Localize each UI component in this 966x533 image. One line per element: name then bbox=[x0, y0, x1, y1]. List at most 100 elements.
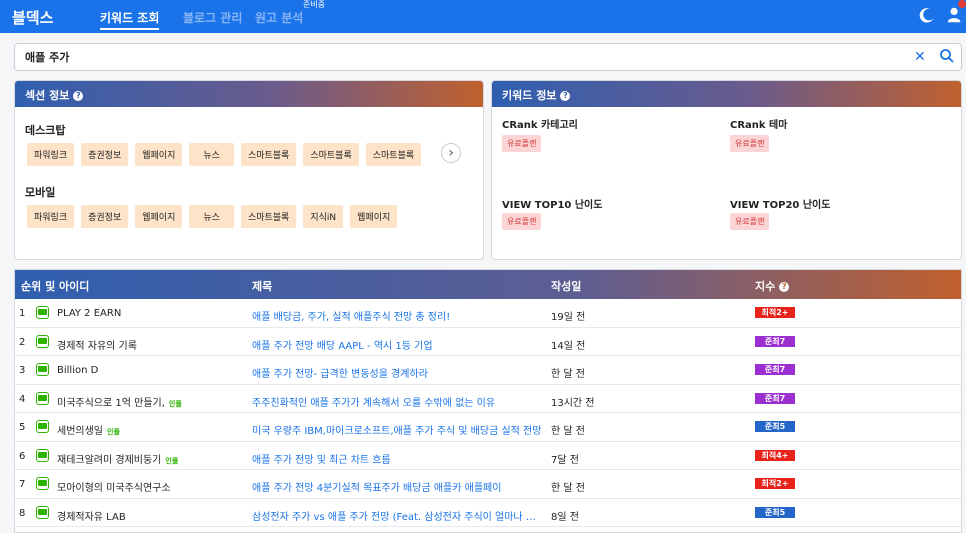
blog-name: 미국주식으로 1억 만들기, bbox=[57, 397, 165, 409]
rank-number: 4 bbox=[19, 393, 26, 405]
mobile-tag: 웹페이지 bbox=[135, 205, 183, 228]
help-icon[interactable]: ? bbox=[779, 282, 790, 292]
nav-keyword-search[interactable]: 키워드 조회 bbox=[100, 9, 160, 30]
col-date: 작성일 bbox=[551, 280, 582, 293]
mobile-tag: 뉴스 bbox=[189, 205, 234, 228]
blog-name: 경제적자유 LAB bbox=[57, 511, 126, 523]
blog-name: Billion D bbox=[57, 365, 99, 376]
table-row[interactable]: 1 PLAY 2 EARN 애플 배당금, 주가, 실적 애플주식 전망 총 정… bbox=[15, 299, 961, 328]
post-title-link[interactable]: 미국 우량주 IBM,마이크로소프트,애플 주가 주식 및 배당금 실적 전망 bbox=[252, 422, 542, 437]
mobile-tag: 파워링크 bbox=[27, 205, 75, 228]
mobile-tags: 파워링크 증권정보 웹페이지 뉴스 스마트블록 지식iN 웹페이지 bbox=[27, 205, 398, 228]
blog-icon bbox=[36, 448, 49, 462]
blog-id-link[interactable]: 재테크알려미 경제비둥기 인플 bbox=[57, 451, 178, 466]
blog-id-link[interactable]: Billion D bbox=[57, 365, 98, 376]
post-title-link[interactable]: 애플 배당금, 주가, 실적 애플주식 전망 총 정리! bbox=[252, 308, 542, 323]
blog-id-link[interactable]: 경제적자유 LAB bbox=[57, 508, 126, 523]
blog-icon bbox=[36, 306, 49, 319]
results-table: 순위 및 아이디 제목 작성일 지수? 1 PLAY 2 EARN 애플 배당금… bbox=[14, 269, 962, 533]
blog-id-link[interactable]: PLAY 2 EARN bbox=[57, 308, 121, 319]
post-date: 한 달 전 bbox=[551, 426, 585, 437]
paid-plan-badge[interactable]: 유료플랜 bbox=[502, 135, 542, 152]
post-title-link[interactable]: 애플 주가 전망 배당 AAPL - 역시 1등 기업 bbox=[252, 337, 542, 352]
blog-name: PLAY 2 EARN bbox=[57, 308, 122, 319]
crank-theme-label: CRank 테마 bbox=[730, 120, 788, 131]
keyword-info-header: 키워드 정보? bbox=[492, 81, 961, 107]
app-logo[interactable]: 블덱스 bbox=[12, 7, 53, 28]
blog-icon bbox=[36, 420, 49, 433]
help-icon[interactable]: ? bbox=[560, 91, 571, 101]
table-row[interactable]: 4 미국주식으로 1억 만들기, 인플 주주친화적인 애플 주가가 계속해서 오를… bbox=[15, 385, 961, 413]
index-badge: 준최5 bbox=[755, 421, 795, 432]
col-index: 지수? bbox=[755, 278, 790, 294]
post-title-link[interactable]: 주주친화적인 애플 주가가 계속해서 오를 수밖에 없는 이유 bbox=[252, 394, 542, 409]
keyword-search-bar: ✕ bbox=[14, 43, 962, 71]
nav-blog-manage[interactable]: 블로그 관리 bbox=[183, 9, 242, 26]
paid-plan-badge[interactable]: 유료플랜 bbox=[730, 135, 770, 152]
desktop-tags: 파워링크 증권정보 웹페이지 뉴스 스마트블록 스마트블록 스마트블록 bbox=[27, 143, 422, 166]
index-badge: 최적2+ bbox=[755, 307, 795, 318]
table-row[interactable]: 6 재테크알려미 경제비둥기 인플 애플 주가 전망 및 최근 차트 흐름 7달 … bbox=[15, 442, 961, 470]
post-title-link[interactable]: 애플 주가 전망- 급격한 변동성을 경계하라 bbox=[252, 365, 542, 380]
help-icon[interactable]: ? bbox=[73, 91, 84, 101]
section-info-title: 섹션 정보 bbox=[25, 89, 70, 102]
keyword-search-input[interactable] bbox=[25, 49, 885, 65]
table-body: 1 PLAY 2 EARN 애플 배당금, 주가, 실적 애플주식 전망 총 정… bbox=[15, 299, 961, 527]
influencer-badge: 인플 bbox=[107, 428, 120, 436]
coming-soon-label: 준비중 bbox=[303, 0, 326, 9]
clear-icon[interactable]: ✕ bbox=[914, 49, 926, 65]
rank-number: 2 bbox=[19, 336, 26, 348]
section-info-header: 섹션 정보? bbox=[15, 81, 483, 107]
post-date: 7달 전 bbox=[551, 454, 579, 466]
table-row[interactable]: 2 경제적 자유의 기록 애플 주가 전망 배당 AAPL - 역시 1등 기업… bbox=[15, 328, 961, 356]
dark-mode-icon[interactable] bbox=[918, 6, 936, 24]
blog-id-link[interactable]: 모아이형의 미국주식연구소 bbox=[57, 479, 171, 494]
table-row[interactable]: 8 경제적자유 LAB 삼성전자 주가 vs 애플 주가 전망 (Feat. 삼… bbox=[15, 499, 961, 527]
table-row[interactable]: 5 세번의생일 인플 미국 우량주 IBM,마이크로소프트,애플 주가 주식 및 … bbox=[15, 413, 961, 442]
post-title-link[interactable]: 애플 주가 전망 4분기실적 목표주가 배당금 애플카 애플페이 bbox=[252, 479, 542, 494]
mobile-tag: 웹페이지 bbox=[350, 205, 398, 228]
col-title: 제목 bbox=[252, 280, 273, 293]
blog-name: 모아이형의 미국주식연구소 bbox=[57, 483, 171, 494]
blog-name: 재테크알려미 경제비둥기 bbox=[57, 454, 162, 466]
blog-id-link[interactable]: 경제적 자유의 기록 bbox=[57, 337, 137, 352]
table-header: 순위 및 아이디 제목 작성일 지수? bbox=[15, 270, 961, 299]
keyword-info-title: 키워드 정보 bbox=[502, 89, 557, 102]
blog-id-link[interactable]: 미국주식으로 1억 만들기, 인플 bbox=[57, 394, 182, 409]
desktop-label: 데스크탑 bbox=[25, 124, 66, 137]
rank-number: 8 bbox=[19, 507, 26, 519]
index-badge: 준최5 bbox=[755, 506, 795, 518]
blog-icon bbox=[36, 334, 49, 348]
nav-draft-analysis[interactable]: 원고 분석 bbox=[255, 9, 303, 26]
post-title-link[interactable]: 삼성전자 주가 vs 애플 주가 전망 (Feat. 삼성전자 주식이 얼마나 … bbox=[252, 508, 542, 523]
post-date: 한 달 전 bbox=[551, 369, 585, 380]
table-row[interactable]: 3 Billion D 애플 주가 전망- 급격한 변동성을 경계하라 한 달 … bbox=[15, 356, 961, 385]
post-date: 13시간 전 bbox=[551, 397, 595, 409]
paid-plan-badge[interactable]: 유료플랜 bbox=[730, 213, 770, 230]
col-index-label: 지수 bbox=[755, 280, 776, 293]
rank-number: 1 bbox=[19, 308, 26, 319]
influencer-badge: 인플 bbox=[168, 399, 182, 408]
user-icon[interactable] bbox=[946, 6, 964, 24]
keyword-info-panel: 키워드 정보? CRank 카테고리 유료플랜 CRank 테마 유료플랜 VI… bbox=[491, 80, 962, 260]
mobile-tag: 지식iN bbox=[303, 205, 344, 228]
table-row[interactable]: 7 모아이형의 미국주식연구소 애플 주가 전망 4분기실적 목표주가 배당금 … bbox=[15, 470, 961, 499]
index-badge: 준최7 bbox=[755, 335, 795, 347]
rank-number: 5 bbox=[19, 422, 26, 433]
search-icon[interactable] bbox=[939, 48, 955, 64]
index-badge: 최적2+ bbox=[755, 478, 795, 489]
index-badge: 준최7 bbox=[755, 364, 795, 375]
blog-icon bbox=[36, 363, 49, 376]
mobile-tag: 스마트블록 bbox=[240, 205, 297, 228]
desktop-tag: 스마트블록 bbox=[240, 143, 297, 166]
paid-plan-badge[interactable]: 유료플랜 bbox=[502, 213, 542, 230]
desktop-tag: 파워링크 bbox=[27, 143, 75, 166]
post-date: 14일 전 bbox=[551, 340, 586, 352]
blog-id-link[interactable]: 세번의생일 인플 bbox=[57, 422, 120, 437]
desktop-tag: 뉴스 bbox=[189, 143, 234, 166]
rank-number: 7 bbox=[19, 479, 26, 490]
post-date: 19일 전 bbox=[551, 312, 586, 323]
desktop-tag: 증권정보 bbox=[81, 143, 129, 166]
chevron-right-icon[interactable]: › bbox=[441, 143, 461, 163]
post-title-link[interactable]: 애플 주가 전망 및 최근 차트 흐름 bbox=[252, 451, 542, 466]
